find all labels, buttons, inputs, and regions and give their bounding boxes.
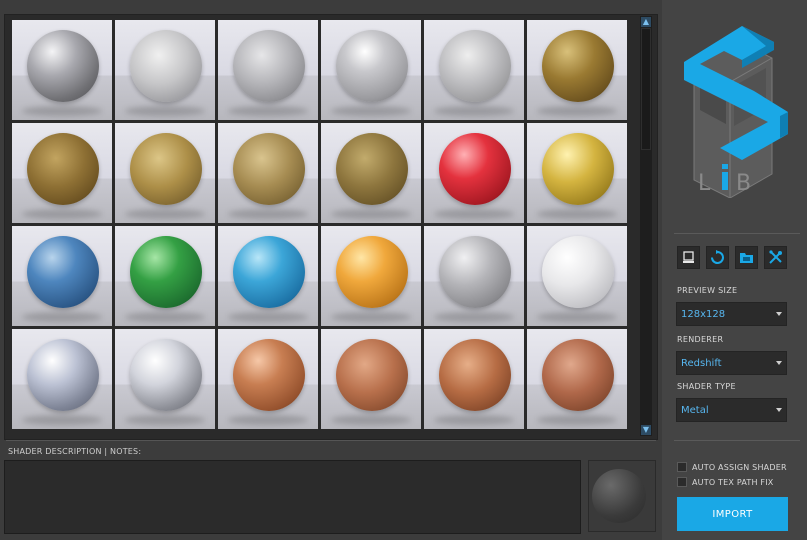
shader-sphere <box>233 236 305 308</box>
checkbox-icon[interactable] <box>677 477 687 487</box>
shader-sphere <box>542 236 614 308</box>
shader-grid-container <box>4 14 658 440</box>
shader-tile-hammered-gold[interactable] <box>12 123 112 223</box>
shader-sphere <box>439 30 511 102</box>
shader-tile-rough-silver[interactable] <box>424 20 524 120</box>
scroll-down-icon[interactable]: ▼ <box>641 425 651 435</box>
shader-tile-yellow-gold[interactable] <box>527 123 627 223</box>
shader-tile-dark-brass[interactable] <box>321 123 421 223</box>
shader-sphere <box>336 30 408 102</box>
shader-type-label: SHADER TYPE <box>677 382 736 391</box>
preview-size-label: PREVIEW SIZE <box>677 286 738 295</box>
shader-grid <box>12 20 629 444</box>
shader-sphere <box>27 236 99 308</box>
shader-tile-orange-metal[interactable] <box>321 226 421 326</box>
shader-tile-cyan-metal[interactable] <box>218 226 318 326</box>
svg-text:L: L <box>698 171 711 196</box>
auto-assign-label: AUTO ASSIGN SHADER <box>692 462 787 472</box>
shader-sphere <box>130 133 202 205</box>
shader-sphere <box>130 236 202 308</box>
chevron-down-icon <box>776 361 782 365</box>
shader-type-value: Metal <box>681 405 709 416</box>
shader-tile-chrome-blue-tint[interactable] <box>12 329 112 429</box>
shader-tile-polished-silver[interactable] <box>321 20 421 120</box>
shader-type-dropdown[interactable]: Metal <box>676 398 787 422</box>
toolbar <box>677 246 787 269</box>
checkbox-icon[interactable] <box>677 462 687 472</box>
shader-tile-chrome-clear[interactable] <box>115 329 215 429</box>
shader-tile-copper-polished[interactable] <box>218 329 318 429</box>
scroll-up-icon[interactable]: ▲ <box>641 17 651 27</box>
shader-sphere <box>439 236 511 308</box>
shader-sphere <box>439 339 511 411</box>
shader-sphere <box>27 30 99 102</box>
shader-tile-red-metal[interactable] <box>424 123 524 223</box>
renderer-dropdown[interactable]: Redshift <box>676 351 787 375</box>
auto-tex-checkbox[interactable]: AUTO TEX PATH FIX <box>677 477 773 487</box>
slib-logo: L B <box>684 26 788 198</box>
shader-tile-satin-brass[interactable] <box>218 123 318 223</box>
monitor-icon[interactable] <box>677 246 700 269</box>
shader-tile-white-pearl[interactable] <box>527 226 627 326</box>
refresh-icon[interactable] <box>706 246 729 269</box>
grid-divider <box>6 440 656 441</box>
auto-assign-checkbox[interactable]: AUTO ASSIGN SHADER <box>677 462 787 472</box>
scroll-thumb[interactable] <box>641 28 651 150</box>
shader-tile-grey-metal[interactable] <box>424 226 524 326</box>
shader-sphere <box>336 133 408 205</box>
shader-tile-blue-metal[interactable] <box>12 226 112 326</box>
shader-sphere <box>336 236 408 308</box>
shader-sphere <box>542 339 614 411</box>
shader-sphere <box>336 339 408 411</box>
preview-sphere <box>592 469 646 523</box>
shader-tile-copper-dark[interactable] <box>527 329 627 429</box>
shader-tile-green-metal[interactable] <box>115 226 215 326</box>
shader-sphere <box>27 339 99 411</box>
shader-sphere <box>542 30 614 102</box>
shader-sphere <box>233 339 305 411</box>
shader-tile-antique-gold[interactable] <box>527 20 627 120</box>
auto-tex-label: AUTO TEX PATH FIX <box>692 477 774 487</box>
shader-sphere <box>439 133 511 205</box>
shader-sphere <box>233 133 305 205</box>
shader-sphere <box>27 133 99 205</box>
shader-tile-brushed-gold[interactable] <box>115 123 215 223</box>
folder-icon[interactable] <box>735 246 758 269</box>
chevron-down-icon <box>776 312 782 316</box>
sidebar-divider-bottom <box>674 440 800 441</box>
preview-size-dropdown[interactable]: 128x128 <box>676 302 787 326</box>
preview-size-value: 128x128 <box>681 309 726 320</box>
shader-tile-satin-silver[interactable] <box>115 20 215 120</box>
shader-tile-chrome-ball[interactable] <box>12 20 112 120</box>
shader-tile-brushed-silver[interactable] <box>218 20 318 120</box>
svg-text:B: B <box>736 171 751 196</box>
shader-preview-thumbnail <box>588 460 656 532</box>
import-button[interactable]: IMPORT <box>677 497 788 531</box>
shader-sphere <box>233 30 305 102</box>
renderer-value: Redshift <box>681 358 722 369</box>
description-label: SHADER DESCRIPTION | NOTES: <box>8 447 142 456</box>
shader-sphere <box>130 30 202 102</box>
sidebar-divider-top <box>674 233 800 234</box>
wrench-icon[interactable] <box>764 246 787 269</box>
shader-tile-copper-satin[interactable] <box>424 329 524 429</box>
renderer-label: RENDERER <box>677 335 724 344</box>
description-notes-field[interactable] <box>4 460 581 534</box>
shader-sphere <box>130 339 202 411</box>
shader-sphere <box>542 133 614 205</box>
chevron-down-icon <box>776 408 782 412</box>
grid-scrollbar[interactable]: ▲ ▼ <box>640 16 652 436</box>
shader-tile-copper-hammered[interactable] <box>321 329 421 429</box>
